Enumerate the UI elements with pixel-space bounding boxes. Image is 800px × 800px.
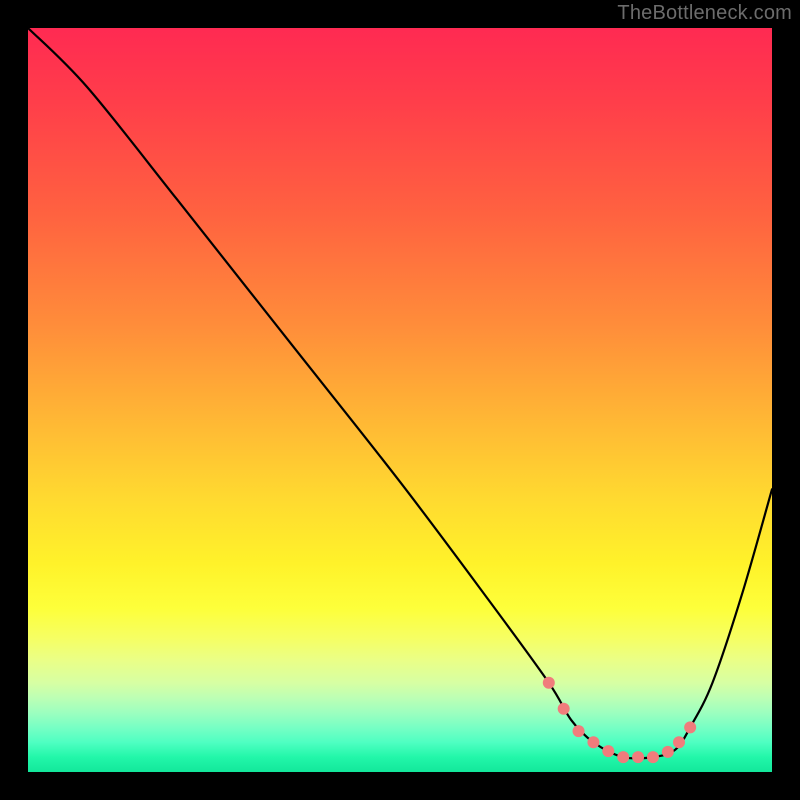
curve-path (28, 28, 772, 759)
marker-dot (673, 736, 685, 748)
marker-dot (617, 751, 629, 763)
marker-dot (543, 677, 555, 689)
marker-dot (558, 703, 570, 715)
plot-area (28, 28, 772, 772)
marker-dot (632, 751, 644, 763)
marker-dot (587, 736, 599, 748)
marker-dot (684, 721, 696, 733)
marker-dot (602, 745, 614, 757)
marker-dots-group (543, 677, 696, 763)
chart-frame: TheBottleneck.com (0, 0, 800, 800)
marker-dot (647, 751, 659, 763)
watermark-text: TheBottleneck.com (617, 2, 792, 25)
chart-svg (28, 28, 772, 772)
marker-dot (662, 746, 674, 758)
marker-dot (573, 725, 585, 737)
